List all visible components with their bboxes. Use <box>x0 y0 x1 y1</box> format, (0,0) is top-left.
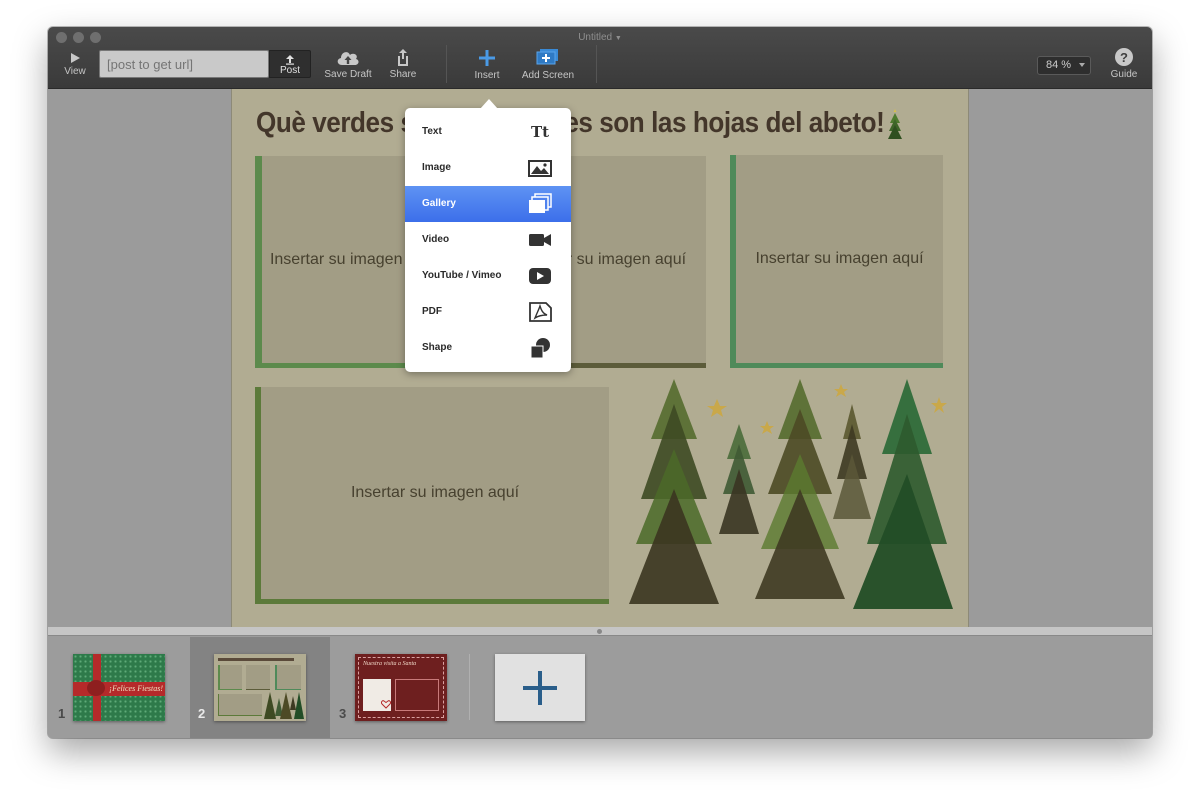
menu-item-label: Image <box>422 162 451 173</box>
chevron-down-icon <box>1079 63 1085 67</box>
upload-arrow-icon <box>286 55 294 65</box>
toolbar: Untitled ▼ View Post Save Draft Share In… <box>48 27 1152 89</box>
insert-label: Insert <box>474 70 500 81</box>
text-icon: Tt <box>530 123 550 141</box>
pdf-icon <box>529 302 552 322</box>
play-icon <box>529 268 551 284</box>
menu-item-youtube-vimeo[interactable]: YouTube / Vimeo <box>405 258 571 294</box>
plus-icon <box>479 50 495 66</box>
screen-thumbnail[interactable] <box>214 654 306 721</box>
post-label: Post <box>279 65 300 76</box>
thumbnail-caption: ¡Felices Fiestas! <box>109 684 163 693</box>
save-draft-label: Save Draft <box>324 69 372 80</box>
insert-menu-popover: Text Tt Image Gallery Video YouTube / Vi… <box>405 99 571 372</box>
guide-button[interactable]: ? Guide <box>1106 47 1142 80</box>
share-button[interactable]: Share <box>385 48 421 80</box>
screen-number: 2 <box>198 706 206 721</box>
screen-thumbnail[interactable]: Nuestra visita a Santa <box>355 654 447 721</box>
view-label: View <box>64 66 86 77</box>
gallery-icon <box>529 193 552 213</box>
screen-number: 3 <box>339 706 347 721</box>
toolbar-divider <box>446 45 447 83</box>
add-screen-tile[interactable] <box>495 654 585 721</box>
video-camera-icon <box>529 234 551 246</box>
add-screen-label: Add Screen <box>521 70 575 81</box>
menu-item-label: Video <box>422 234 450 245</box>
add-screen-button[interactable]: Add Screen <box>520 48 576 81</box>
menu-item-label: YouTube / Vimeo <box>422 270 502 281</box>
filmstrip-divider <box>469 654 470 720</box>
help-icon: ? <box>1115 48 1133 66</box>
screen-number: 1 <box>58 706 66 721</box>
zoom-value: 84 % <box>1046 59 1072 71</box>
share-icon <box>398 49 408 66</box>
post-button[interactable]: Post <box>269 50 311 78</box>
play-icon <box>71 53 80 63</box>
guide-label: Guide <box>1110 69 1138 80</box>
image-placeholder[interactable]: Insertar su imagen aquí <box>255 387 609 604</box>
insert-button[interactable]: Insert <box>469 48 505 81</box>
url-input[interactable] <box>99 50 269 78</box>
cloud-upload-icon <box>337 52 359 65</box>
menu-item-gallery[interactable]: Gallery <box>405 186 571 222</box>
app-window: Untitled ▼ View Post Save Draft Share In… <box>48 27 1152 738</box>
menu-item-shape[interactable]: Shape <box>405 330 571 366</box>
svg-text:?: ? <box>1120 50 1128 65</box>
view-button[interactable]: View <box>60 52 90 77</box>
screen-filmstrip: 1 ¡Felices Fiestas! 2 3 Nuestra visita a… <box>48 635 1152 738</box>
menu-item-label: PDF <box>422 306 442 317</box>
menu-item-pdf[interactable]: PDF <box>405 294 571 330</box>
christmas-trees-illustration <box>629 379 953 609</box>
screen-page: Què verdes son, qué verdes son las hojas… <box>231 89 969 627</box>
filmstrip-resize-handle[interactable] <box>48 627 1152 635</box>
image-placeholder[interactable]: Insertar su imagen aquí <box>730 155 943 368</box>
share-label: Share <box>389 69 417 80</box>
menu-item-text[interactable]: Text Tt <box>405 114 571 150</box>
menu-item-label: Gallery <box>422 198 456 209</box>
thumbnail-caption: Nuestra visita a Santa <box>363 661 417 667</box>
zoom-select[interactable]: 84 % <box>1037 56 1091 75</box>
canvas-area: Què verdes son, qué verdes son las hojas… <box>48 89 1152 627</box>
window-title[interactable]: Untitled ▼ <box>48 32 1152 43</box>
menu-item-label: Text <box>422 126 442 137</box>
small-tree-icon <box>888 109 902 139</box>
add-screen-icon <box>536 49 558 65</box>
shape-icon <box>530 338 550 359</box>
menu-item-image[interactable]: Image <box>405 150 571 186</box>
save-draft-button[interactable]: Save Draft <box>321 47 375 80</box>
menu-item-label: Shape <box>422 342 453 353</box>
heart-icon <box>381 700 391 709</box>
menu-item-video[interactable]: Video <box>405 222 571 258</box>
toolbar-divider <box>596 45 597 83</box>
screen-thumbnail[interactable]: ¡Felices Fiestas! <box>73 654 165 721</box>
image-icon <box>528 160 552 177</box>
plus-icon <box>523 671 557 705</box>
